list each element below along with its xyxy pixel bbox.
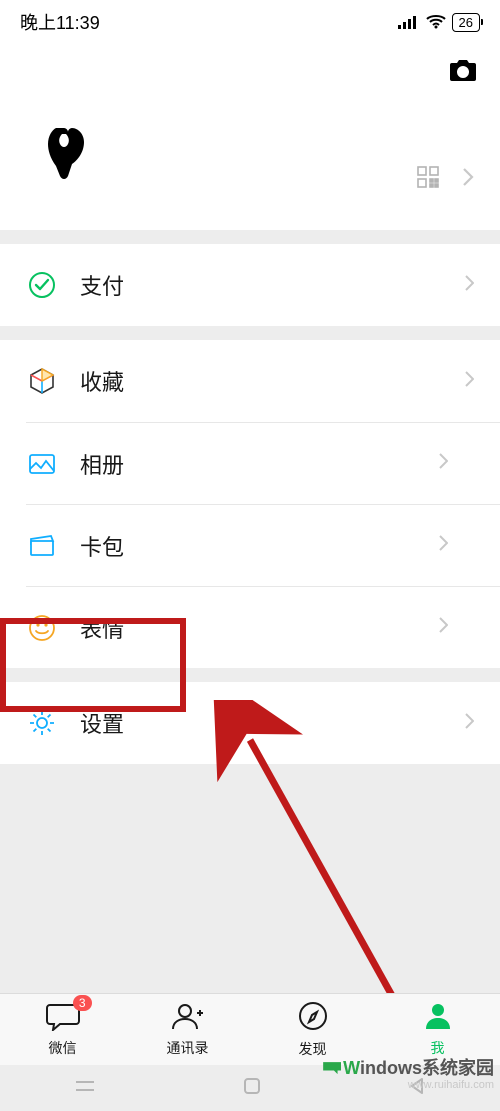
battery-indicator: 26 xyxy=(452,13,480,32)
menu-label: 支付 xyxy=(80,269,464,301)
image-icon xyxy=(26,448,58,480)
chat-bubble-icon: 3 xyxy=(46,1001,80,1036)
menu-item-album[interactable]: 相册 xyxy=(26,422,500,504)
menu-item-stickers[interactable]: 表情 xyxy=(26,586,500,668)
wifi-icon xyxy=(426,15,446,29)
smile-icon xyxy=(26,612,58,644)
nav-label: 通讯录 xyxy=(167,1038,209,1058)
nav-contacts[interactable]: 通讯录 xyxy=(125,994,250,1065)
chevron-right-icon xyxy=(464,274,474,297)
bottom-nav: 3 微信 通讯录 发现 我 xyxy=(0,993,500,1065)
wallet-icon xyxy=(26,530,58,562)
status-right: 26 xyxy=(398,13,480,32)
signal-icon xyxy=(398,15,420,29)
nav-chat[interactable]: 3 微信 xyxy=(0,994,125,1065)
chevron-right-icon xyxy=(438,452,448,475)
chevron-right-icon xyxy=(464,370,474,393)
menu-item-favorites[interactable]: 收藏 xyxy=(0,340,500,422)
cube-icon xyxy=(26,365,58,397)
menu-item-cards[interactable]: 卡包 xyxy=(26,504,500,586)
chevron-right-icon xyxy=(438,534,448,557)
menu-label: 设置 xyxy=(80,707,464,739)
nav-label: 我 xyxy=(431,1038,445,1058)
gear-icon xyxy=(26,707,58,739)
person-icon xyxy=(423,1001,453,1036)
menu-label: 收藏 xyxy=(80,365,464,397)
home-icon[interactable] xyxy=(243,1077,261,1100)
pay-icon xyxy=(26,269,58,301)
avatar[interactable] xyxy=(26,110,110,194)
nav-discover[interactable]: 发现 xyxy=(250,994,375,1065)
recent-apps-icon[interactable] xyxy=(74,1078,96,1099)
menu-label: 卡包 xyxy=(80,530,438,562)
chevron-right-icon xyxy=(464,712,474,735)
menu-label: 表情 xyxy=(80,612,438,644)
qr-code-icon[interactable] xyxy=(416,165,440,194)
nav-label: 微信 xyxy=(49,1038,77,1058)
menu-label: 相册 xyxy=(80,448,438,480)
contacts-icon xyxy=(171,1001,205,1036)
watermark: Windows系统家园 www.ruihaifu.com xyxy=(323,1059,494,1091)
profile-header[interactable] xyxy=(0,100,500,230)
menu-item-pay[interactable]: 支付 xyxy=(0,244,500,326)
status-bar: 晚上11:39 26 xyxy=(0,0,500,44)
compass-icon xyxy=(297,1000,329,1037)
camera-icon[interactable] xyxy=(448,57,478,88)
nav-label: 发现 xyxy=(299,1039,327,1059)
menu-item-settings[interactable]: 设置 xyxy=(0,682,500,764)
nav-me[interactable]: 我 xyxy=(375,994,500,1065)
status-time: 晚上11:39 xyxy=(20,9,100,35)
chevron-right-icon xyxy=(438,616,448,639)
nav-chat-badge: 3 xyxy=(73,995,92,1011)
camera-row xyxy=(0,44,500,100)
chevron-right-icon xyxy=(462,167,474,192)
